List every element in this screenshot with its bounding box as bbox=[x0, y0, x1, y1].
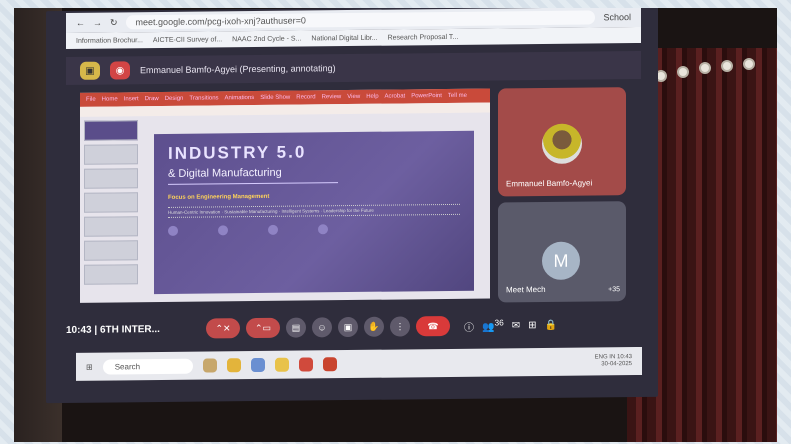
menu-item[interactable]: Insert bbox=[124, 96, 139, 102]
shared-powerpoint: File Home Insert Draw Design Transitions… bbox=[80, 88, 490, 303]
tray-date[interactable]: 30-04-2025 bbox=[601, 361, 632, 367]
reload-icon[interactable]: ↻ bbox=[110, 17, 118, 28]
chrome-icon[interactable] bbox=[226, 358, 241, 373]
record-icon[interactable]: ◉ bbox=[110, 61, 130, 80]
extra-participants: +35 bbox=[608, 286, 620, 294]
meeting-time: 10:43 | 6TH INTER... bbox=[66, 323, 160, 336]
windows-taskbar: ⊞ Search ENG IN 10:43 30-04-2025 bbox=[76, 346, 642, 381]
brain-icon bbox=[268, 224, 278, 235]
folder-icon[interactable] bbox=[274, 357, 289, 372]
activities-icon[interactable]: ⊞ bbox=[528, 320, 536, 331]
bookmark[interactable]: Research Proposal T... bbox=[388, 33, 459, 41]
slide-tags: Human-Centric Innovation · Sustainable M… bbox=[168, 203, 460, 218]
tray-clock[interactable]: 10:43 bbox=[617, 354, 632, 360]
language[interactable]: ENG IN bbox=[595, 354, 616, 360]
forward-icon[interactable]: → bbox=[93, 18, 102, 28]
avatar: M bbox=[542, 241, 580, 281]
slide-thumbnail[interactable] bbox=[84, 216, 138, 237]
more-options-icon[interactable]: ⋮ bbox=[390, 316, 410, 337]
leaf-icon bbox=[218, 225, 228, 236]
present-button-icon[interactable]: ▣ bbox=[338, 316, 358, 338]
system-tray: ENG IN 10:43 30-04-2025 bbox=[595, 354, 632, 369]
meet-presenting-bar: ▣ ◉ Emmanuel Bamfo-Agyei (Presenting, an… bbox=[66, 50, 641, 85]
profile-chip[interactable]: School bbox=[603, 12, 631, 22]
emoji-icon[interactable]: ☺ bbox=[312, 317, 332, 338]
captions-icon[interactable]: ▤ bbox=[286, 317, 306, 338]
bookmark[interactable]: Information Brochur... bbox=[76, 37, 143, 45]
slide-icons bbox=[168, 223, 460, 236]
menu-item[interactable]: View bbox=[347, 94, 360, 100]
slide-thumbnail[interactable] bbox=[84, 192, 138, 213]
menu-item[interactable]: Tell me bbox=[448, 93, 467, 99]
back-icon[interactable]: ← bbox=[76, 18, 85, 28]
menu-item[interactable]: Record bbox=[296, 94, 315, 100]
bookmark[interactable]: National Digital Libr... bbox=[311, 34, 377, 42]
participant-name: Emmanuel Bamfo-Agyei bbox=[506, 178, 593, 189]
avatar bbox=[542, 123, 582, 165]
slide-thumbnail[interactable] bbox=[84, 168, 138, 189]
participant-tile[interactable]: M Meet Mech +35 bbox=[498, 201, 626, 303]
menu-item[interactable]: PowerPoint bbox=[411, 93, 442, 99]
slide-thumbnail[interactable] bbox=[84, 144, 138, 165]
meet-controls: 10:43 | 6TH INTER... ⌃✕ ⌃▭ ▤ ☺ ▣ ✋ ⋮ ☎ ⓘ… bbox=[66, 307, 641, 347]
chat-icon[interactable]: ✉ bbox=[512, 320, 520, 331]
projected-screen: ← → ↻ meet.google.com/pcg-ixoh-xnj?authu… bbox=[46, 8, 658, 404]
meeting-name: 6TH INTER... bbox=[99, 323, 160, 336]
app-icon[interactable] bbox=[250, 357, 265, 373]
menu-item[interactable]: Home bbox=[102, 96, 118, 102]
slide-thumbnail[interactable] bbox=[84, 120, 138, 141]
menu-item[interactable]: Slide Show bbox=[260, 95, 290, 101]
host-controls-icon[interactable]: 🔒 bbox=[545, 319, 557, 330]
slide-thumbnail[interactable] bbox=[84, 264, 138, 285]
current-slide: INDUSTRY 5.0 & Digital Manufacturing Foc… bbox=[154, 130, 474, 295]
bookmark[interactable]: AICTE-CII Survey of... bbox=[153, 36, 222, 44]
raise-hand-icon[interactable]: ✋ bbox=[364, 316, 384, 337]
menu-item[interactable]: Animations bbox=[225, 95, 255, 101]
team-icon bbox=[318, 224, 328, 235]
presenter-label: Emmanuel Bamfo-Agyei (Presenting, annota… bbox=[140, 63, 336, 76]
curtain-ring bbox=[699, 62, 711, 74]
participant-name: Meet Mech bbox=[506, 284, 546, 295]
people-icon[interactable]: 👥36 bbox=[482, 318, 504, 334]
menu-item[interactable]: Design bbox=[165, 96, 184, 102]
camera-button[interactable]: ⌃▭ bbox=[246, 317, 280, 339]
slide-title: INDUSTRY 5.0 bbox=[168, 142, 307, 163]
info-icon[interactable]: ⓘ bbox=[464, 318, 474, 333]
room-photo: ← → ↻ meet.google.com/pcg-ixoh-xnj?authu… bbox=[14, 8, 777, 442]
url-bar[interactable]: meet.google.com/pcg-ixoh-xnj?authuser=0 bbox=[125, 10, 596, 30]
divider bbox=[168, 182, 338, 185]
menu-item[interactable]: Review bbox=[322, 94, 342, 100]
app-icon[interactable] bbox=[298, 357, 313, 372]
slide-focus: Focus on Engineering Management bbox=[168, 193, 270, 201]
bookmark[interactable]: NAAC 2nd Cycle - S... bbox=[232, 35, 301, 43]
people-count: 36 bbox=[494, 317, 504, 328]
slide-subtitle: & Digital Manufacturing bbox=[168, 166, 282, 180]
menu-item[interactable]: Transitions bbox=[189, 95, 218, 101]
menu-item[interactable]: File bbox=[86, 97, 96, 103]
menu-item[interactable]: Draw bbox=[145, 96, 159, 102]
menu-item[interactable]: Help bbox=[366, 94, 378, 100]
curtain-ring bbox=[743, 58, 755, 70]
mic-button[interactable]: ⌃✕ bbox=[206, 318, 240, 339]
leave-call-button[interactable]: ☎ bbox=[416, 315, 450, 337]
people-icon bbox=[168, 225, 178, 236]
curtain-ring bbox=[721, 60, 733, 72]
menu-item[interactable]: Acrobat bbox=[385, 93, 406, 99]
taskbar-search[interactable]: Search bbox=[102, 358, 193, 375]
app-icon[interactable] bbox=[202, 358, 217, 373]
start-icon[interactable]: ⊞ bbox=[86, 362, 93, 371]
slide-thumbnail[interactable] bbox=[84, 240, 138, 261]
slide-thumbnails bbox=[84, 120, 138, 297]
time: 10:43 bbox=[66, 324, 92, 336]
powerpoint-icon[interactable] bbox=[322, 357, 337, 372]
participant-tile[interactable]: Emmanuel Bamfo-Agyei bbox=[498, 87, 626, 197]
present-icon[interactable]: ▣ bbox=[80, 61, 100, 80]
curtain-ring bbox=[677, 66, 689, 78]
